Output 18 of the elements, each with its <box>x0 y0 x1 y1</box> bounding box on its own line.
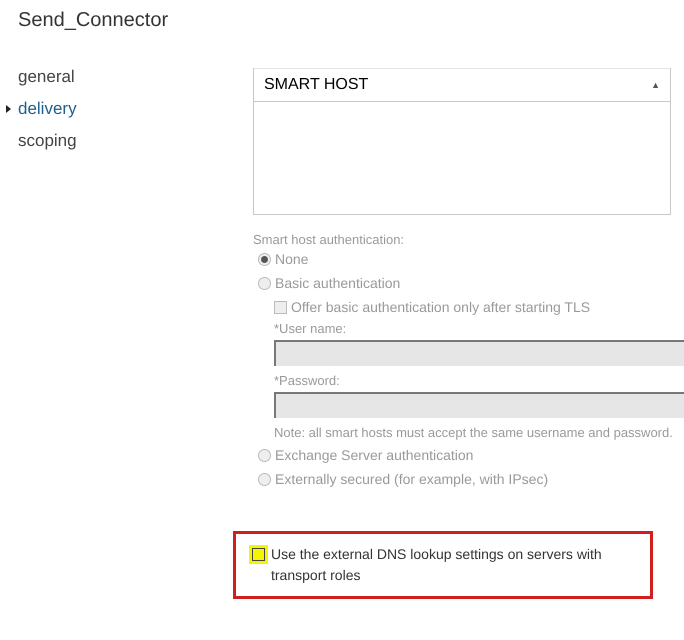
page-title: Send_Connector <box>18 9 170 33</box>
nav-item[interactable]: scoping <box>18 129 77 153</box>
option-label: Externally secured (for example, with IPsec) <box>275 471 548 487</box>
checkbox-label: Offer basic authentication only after starting TLS <box>291 299 590 315</box>
field-label: *Password: <box>274 373 341 388</box>
option-label: Exchange Server authentication <box>275 447 474 463</box>
sort-indicator: ▲ <box>651 80 660 90</box>
column-header[interactable]: SMART HOST ▲ <box>254 68 670 102</box>
nav-item[interactable]: general <box>18 65 75 89</box>
field-label: *User name: <box>274 321 348 336</box>
option-label: None <box>275 251 308 267</box>
option-label: Basic authentication <box>275 275 400 291</box>
note-text: Note: all smart hosts must accept the same username and password. <box>274 424 674 442</box>
field-label: Smart host authentication: <box>253 232 406 247</box>
caret-icon <box>6 105 11 113</box>
checkbox-label: Use the external DNS lookup settings on servers with transport roles <box>271 545 603 585</box>
checkbox[interactable] <box>252 548 265 561</box>
nav-item[interactable]: delivery <box>18 97 77 121</box>
